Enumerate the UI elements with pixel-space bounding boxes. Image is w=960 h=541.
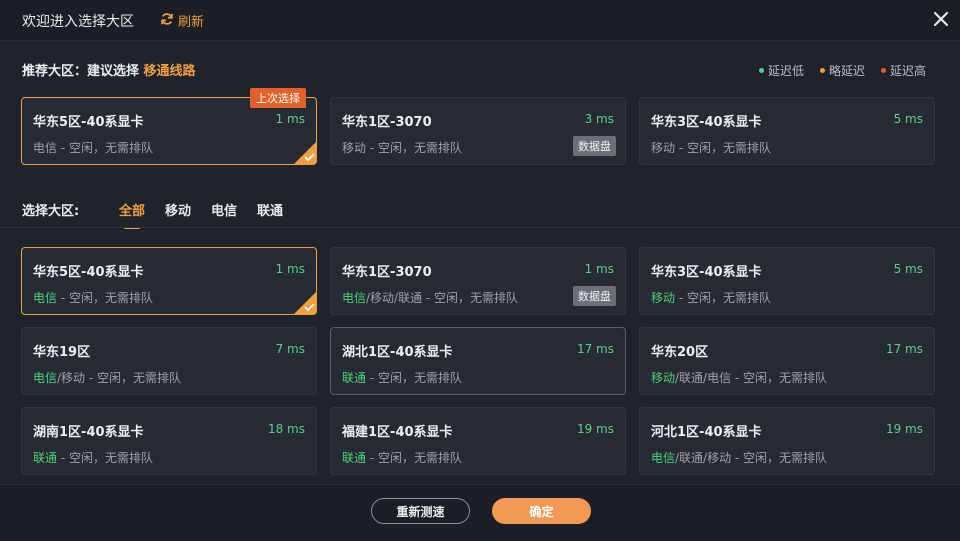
recommend-card[interactable]: 华东1区-3070 3 ms 移动 - 空闲，无需排队 数据盘 (330, 97, 626, 165)
server-card[interactable]: 华东1区-3070 1 ms 电信/移动/联通 - 空闲，无需排队 数据盘 (330, 247, 626, 315)
tab-mobile[interactable]: 移动 (165, 200, 191, 229)
tab-all[interactable]: 全部 (119, 200, 145, 229)
server-name: 福建1区-40系显卡 (342, 425, 453, 440)
server-name: 华东3区-40系显卡 (651, 265, 762, 280)
latency-value: 17 ms (885, 342, 923, 356)
server-name: 华东1区-3070 (342, 265, 432, 280)
server-name: 河北1区-40系显卡 (651, 425, 762, 440)
select-heading: 选择大区: (22, 204, 80, 219)
tab-unicom[interactable]: 联通 (257, 200, 283, 229)
close-icon[interactable] (932, 10, 950, 28)
latency-legend: 延迟低 略延迟 延迟高 (758, 62, 926, 79)
server-card[interactable]: 华东3区-40系显卡 5 ms 移动 - 空闲，无需排队 (639, 247, 935, 315)
server-status: 移动/联通/电信 - 空闲，无需排队 (651, 371, 828, 385)
footer-bar (0, 484, 960, 541)
server-name: 湖北1区-40系显卡 (342, 345, 453, 360)
recommend-card[interactable]: 上次选择 华东5区-40系显卡 1 ms 电信 - 空闲，无需排队 (21, 88, 317, 165)
server-status: 移动 - 空闲，无需排队 (651, 141, 771, 155)
server-card[interactable]: 华东20区 17 ms 移动/联通/电信 - 空闲，无需排队 (639, 327, 935, 395)
server-status: 联通 - 空闲，无需排队 (342, 451, 462, 465)
server-status: 移动 - 空闲，无需排队 (651, 291, 771, 305)
last-selected-tag: 上次选择 (250, 88, 306, 108)
divider (0, 227, 960, 228)
red-dot-icon (880, 68, 886, 73)
latency-value: 5 ms (893, 112, 923, 126)
tab-telecom[interactable]: 电信 (211, 200, 237, 229)
server-card[interactable]: 湖南1区-40系显卡 18 ms 联通 - 空闲，无需排队 (21, 407, 317, 475)
server-name: 湖南1区-40系显卡 (33, 425, 144, 440)
confirm-button[interactable]: 确定 (492, 498, 591, 524)
latency-value: 5 ms (893, 262, 923, 276)
latency-value: 1 ms (275, 262, 305, 276)
retest-button[interactable]: 重新测速 (371, 498, 470, 524)
latency-value: 18 ms (267, 422, 305, 436)
selected-check-icon (294, 292, 316, 314)
server-status: 联通 - 空闲，无需排队 (33, 451, 153, 465)
selected-check-icon (294, 142, 316, 164)
server-status: 电信/移动/联通 - 空闲，无需排队 (342, 291, 519, 305)
recommend-route: 移通线路 (143, 64, 196, 79)
latency-value: 17 ms (576, 342, 614, 356)
refresh-label: 刷新 (178, 15, 205, 30)
server-name: 华东3区-40系显卡 (651, 115, 762, 130)
data-disk-badge: 数据盘 (573, 136, 616, 156)
server-name: 华东5区-40系显卡 (33, 265, 144, 280)
server-status: 电信 - 空闲，无需排队 (33, 141, 153, 155)
legend-low: 延迟低 (758, 62, 804, 79)
latency-value: 3 ms (584, 112, 614, 126)
server-name: 华东1区-3070 (342, 115, 432, 130)
recommend-heading: 推荐大区：建议选择 移通线路 (22, 64, 196, 79)
server-status: 电信/移动 - 空闲，无需排队 (33, 371, 182, 385)
server-status: 电信 - 空闲，无需排队 (33, 291, 153, 305)
data-disk-badge: 数据盘 (573, 286, 616, 306)
latency-value: 19 ms (576, 422, 614, 436)
server-card[interactable]: 福建1区-40系显卡 19 ms 联通 - 空闲，无需排队 (330, 407, 626, 475)
latency-value: 1 ms (275, 112, 305, 126)
server-card[interactable]: 华东5区-40系显卡 1 ms 电信 - 空闲，无需排队 (21, 247, 317, 315)
orange-dot-icon (819, 68, 825, 73)
server-card[interactable]: 湖北1区-40系显卡 17 ms 联通 - 空闲，无需排队 (330, 327, 626, 395)
server-status: 移动 - 空闲，无需排队 (342, 141, 462, 155)
recommend-card[interactable]: 华东3区-40系显卡 5 ms 移动 - 空闲，无需排队 (639, 97, 935, 165)
isp-tabs: 全部 移动 电信 联通 (119, 200, 283, 229)
title-bar (0, 0, 960, 41)
server-card[interactable]: 河北1区-40系显卡 19 ms 电信/联通/移动 - 空闲，无需排队 (639, 407, 935, 475)
server-name: 华东20区 (651, 345, 709, 360)
latency-value: 19 ms (885, 422, 923, 436)
green-dot-icon (758, 68, 764, 73)
server-status: 电信/联通/移动 - 空闲，无需排队 (651, 451, 828, 465)
server-card[interactable]: 华东19区 7 ms 电信/移动 - 空闲，无需排队 (21, 327, 317, 395)
latency-value: 7 ms (275, 342, 305, 356)
dialog-title: 欢迎进入选择大区 (22, 14, 134, 30)
refresh-button[interactable]: 刷新 (160, 11, 204, 30)
legend-high: 延迟高 (880, 62, 926, 79)
latency-value: 1 ms (584, 262, 614, 276)
server-status: 联通 - 空闲，无需排队 (342, 371, 462, 385)
legend-mid: 略延迟 (819, 62, 865, 79)
server-name: 华东19区 (33, 345, 91, 360)
server-name: 华东5区-40系显卡 (33, 115, 144, 130)
refresh-icon (160, 12, 174, 30)
